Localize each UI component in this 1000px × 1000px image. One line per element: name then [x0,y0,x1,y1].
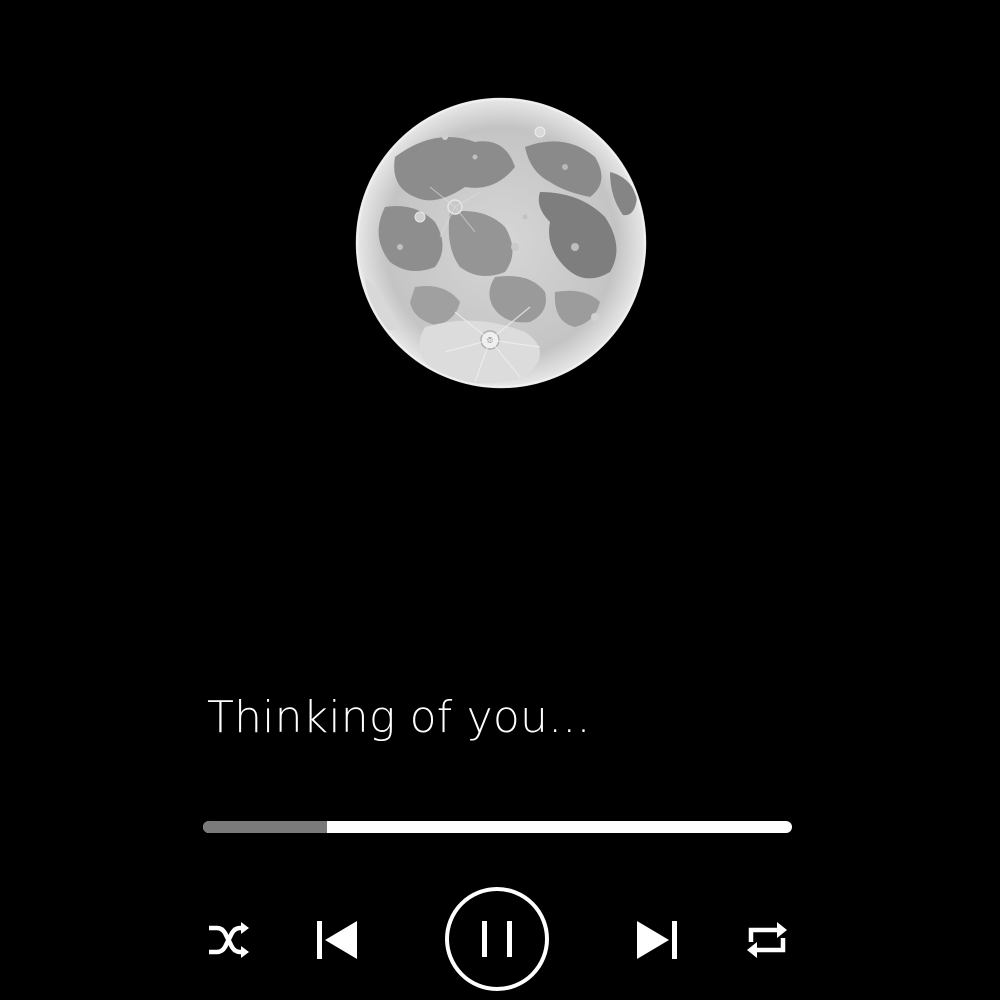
skip-previous-icon [317,921,357,959]
previous-button[interactable] [316,919,358,961]
repeat-button[interactable] [746,920,788,960]
album-artwork [355,97,647,389]
pause-icon [445,887,549,991]
full-moon-artwork [355,97,647,389]
skip-next-icon [637,921,677,959]
shuffle-button[interactable] [207,921,249,959]
track-title: Thinking of you... [207,692,591,743]
play-pause-button[interactable] [444,886,550,992]
progress-bar[interactable] [203,821,792,833]
repeat-icon [747,922,787,958]
shuffle-icon [209,922,249,958]
music-player-screen: Thinking of you... [0,0,1000,1000]
progress-bar-fill [203,821,327,833]
next-button[interactable] [636,919,678,961]
